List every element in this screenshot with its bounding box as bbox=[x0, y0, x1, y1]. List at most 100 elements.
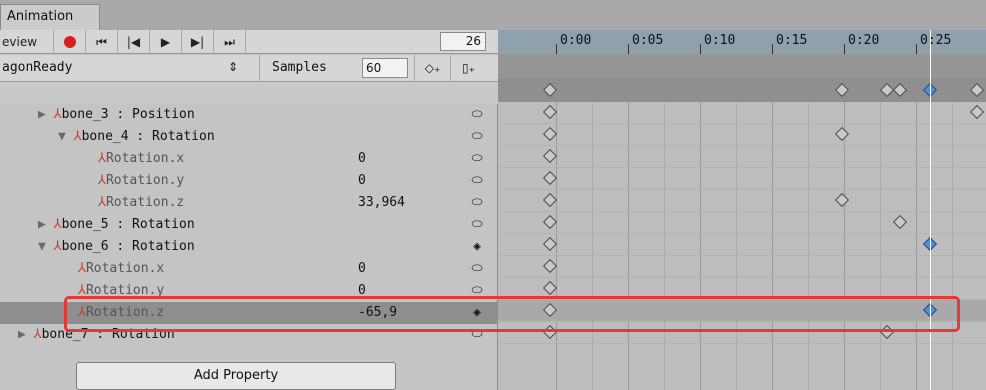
property-name: ▼ ⅄bone_4 : Rotation bbox=[58, 129, 215, 144]
keyframe-diamond-icon[interactable]: ◈ bbox=[470, 236, 484, 258]
curve-toggle-icon[interactable]: ⬭ bbox=[470, 148, 484, 170]
current-frame-field[interactable]: 26 bbox=[440, 32, 486, 51]
preview-label: eview bbox=[2, 35, 38, 49]
property-row[interactable]: ⅄Rotation.z 33,964 ⬭ bbox=[0, 192, 498, 214]
ruler-tick bbox=[916, 44, 917, 54]
expand-arrow-icon[interactable]: ▼ bbox=[38, 239, 46, 254]
property-row[interactable]: ▼ ⅄bone_4 : Rotation ⬭ bbox=[0, 126, 498, 148]
current-frame-value: 26 bbox=[465, 34, 481, 48]
property-name: ⅄Rotation.y bbox=[98, 173, 185, 188]
ruler-label: 0:25 bbox=[920, 33, 952, 48]
summary-track[interactable] bbox=[498, 78, 986, 102]
property-value[interactable]: 0 bbox=[358, 148, 366, 170]
next-keyframe-icon: ▶| bbox=[190, 35, 205, 49]
record-button[interactable] bbox=[54, 30, 86, 54]
track-row[interactable] bbox=[498, 124, 986, 146]
add-keyframe-icon: ◇₊ bbox=[424, 61, 441, 75]
property-name: ⅄Rotation.x bbox=[98, 151, 185, 166]
bone-icon: ⅄ bbox=[53, 217, 62, 232]
playhead[interactable] bbox=[930, 30, 931, 390]
axis-icon: ⅄ bbox=[98, 195, 106, 210]
track-row[interactable] bbox=[498, 190, 986, 212]
first-keyframe-icon: ⏮ bbox=[96, 34, 107, 49]
property-row[interactable]: ▼ ⅄bone_6 : Rotation ◈ bbox=[0, 236, 498, 258]
add-keyframe-button[interactable]: ◇₊ bbox=[414, 55, 450, 82]
bone-icon: ⅄ bbox=[73, 129, 82, 144]
property-value[interactable]: 33,964 bbox=[358, 192, 405, 214]
expand-arrow-icon[interactable]: ▼ bbox=[58, 129, 66, 144]
last-keyframe-button[interactable]: ⏭ bbox=[214, 30, 246, 54]
expand-arrow-icon[interactable]: ▶ bbox=[38, 107, 46, 122]
play-button[interactable]: ▶ bbox=[150, 30, 182, 54]
curve-toggle-icon[interactable]: ⬭ bbox=[470, 126, 484, 148]
ruler-tick bbox=[844, 44, 845, 54]
next-keyframe-button[interactable]: ▶| bbox=[182, 30, 214, 54]
clip-dropdown-icon: ⇕ bbox=[228, 60, 239, 74]
property-row[interactable]: ⅄Rotation.x 0 ⬭ bbox=[0, 148, 498, 170]
previous-keyframe-button[interactable]: |◀ bbox=[118, 30, 150, 54]
record-icon bbox=[63, 36, 76, 48]
ruler-label: 0:00 bbox=[560, 33, 592, 48]
ruler-tick bbox=[700, 44, 701, 54]
play-icon: ▶ bbox=[160, 35, 171, 49]
curve-toggle-icon[interactable]: ⬭ bbox=[470, 170, 484, 192]
clip-selector[interactable]: agonReady ⇕ bbox=[0, 55, 260, 82]
add-event-icon: ▯₊ bbox=[462, 61, 475, 75]
track-row[interactable] bbox=[498, 256, 986, 278]
bone-icon: ⅄ bbox=[53, 107, 62, 122]
expand-arrow-icon[interactable]: ▶ bbox=[38, 217, 46, 232]
ruler-tick bbox=[628, 44, 629, 54]
property-name: ▼ ⅄bone_6 : Rotation bbox=[38, 239, 195, 254]
property-name: ⅄Rotation.z bbox=[98, 195, 185, 210]
curve-toggle-icon[interactable]: ⬭ bbox=[470, 214, 484, 236]
track-row[interactable] bbox=[498, 102, 986, 124]
time-ruler[interactable]: 0:00 0:05 0:10 0:15 0:20 0:25 bbox=[498, 30, 986, 54]
property-list: ▶ ⅄bone_3 : Position ⬭ ▼ ⅄bone_4 : Rotat… bbox=[0, 82, 498, 390]
property-name: ▶ ⅄bone_3 : Position bbox=[38, 107, 195, 122]
track-row[interactable] bbox=[498, 168, 986, 190]
property-value[interactable]: 0 bbox=[358, 258, 366, 280]
axis-icon: ⅄ bbox=[98, 173, 106, 188]
clip-toolbar: agonReady ⇕ Samples 60 ◇₊ ▯₊ bbox=[0, 55, 498, 82]
previous-keyframe-icon: |◀ bbox=[126, 35, 141, 49]
highlight-annotation bbox=[64, 296, 960, 332]
curve-toggle-icon[interactable]: ⬭ bbox=[470, 192, 484, 214]
track-row[interactable] bbox=[498, 146, 986, 168]
curve-toggle-icon[interactable]: ⬭ bbox=[470, 258, 484, 280]
track-row[interactable] bbox=[498, 234, 986, 256]
axis-icon: ⅄ bbox=[78, 261, 86, 276]
property-value[interactable]: 0 bbox=[358, 170, 366, 192]
summary-row bbox=[0, 82, 498, 104]
property-row[interactable]: ⅄Rotation.y 0 ⬭ bbox=[0, 170, 498, 192]
axis-icon: ⅄ bbox=[98, 151, 106, 166]
events-track[interactable] bbox=[498, 54, 986, 78]
property-name: ▶ ⅄bone_5 : Rotation bbox=[38, 217, 195, 232]
ruler-tick bbox=[772, 44, 773, 54]
bone-icon: ⅄ bbox=[33, 327, 42, 342]
playback-toolbar: eview ⏮ |◀ ▶ ▶| ⏭ 26 bbox=[0, 30, 498, 54]
add-property-button[interactable]: Add Property bbox=[76, 362, 396, 390]
first-keyframe-button[interactable]: ⏮ bbox=[86, 30, 118, 54]
ruler-label: 0:15 bbox=[776, 33, 808, 48]
samples-field[interactable]: 60 bbox=[362, 58, 408, 78]
animation-tab-label: Animation bbox=[7, 9, 74, 24]
window-tab-bar: Animation bbox=[0, 0, 986, 30]
add-property-label: Add Property bbox=[193, 368, 279, 383]
clip-name: agonReady bbox=[2, 60, 73, 75]
curve-toggle-icon[interactable]: ⬭ bbox=[470, 104, 484, 126]
preview-button[interactable]: eview bbox=[0, 30, 54, 54]
ruler-tick bbox=[556, 44, 557, 54]
bone-icon: ⅄ bbox=[53, 239, 62, 254]
samples-label: Samples bbox=[272, 60, 327, 75]
dopesheet-timeline[interactable]: 0:00 0:05 0:10 0:15 0:20 0:25 bbox=[498, 30, 986, 390]
track-row[interactable] bbox=[498, 212, 986, 234]
property-row[interactable]: ▶ ⅄bone_3 : Position ⬭ bbox=[0, 104, 498, 126]
add-event-button[interactable]: ▯₊ bbox=[450, 55, 486, 82]
expand-arrow-icon[interactable]: ▶ bbox=[18, 327, 26, 342]
ruler-label: 0:10 bbox=[704, 33, 736, 48]
ruler-label: 0:20 bbox=[848, 33, 880, 48]
property-row[interactable]: ▶ ⅄bone_5 : Rotation ⬭ bbox=[0, 214, 498, 236]
property-row[interactable]: ⅄Rotation.x 0 ⬭ bbox=[0, 258, 498, 280]
last-keyframe-icon: ⏭ bbox=[224, 34, 235, 49]
animation-tab[interactable]: Animation bbox=[0, 4, 100, 30]
